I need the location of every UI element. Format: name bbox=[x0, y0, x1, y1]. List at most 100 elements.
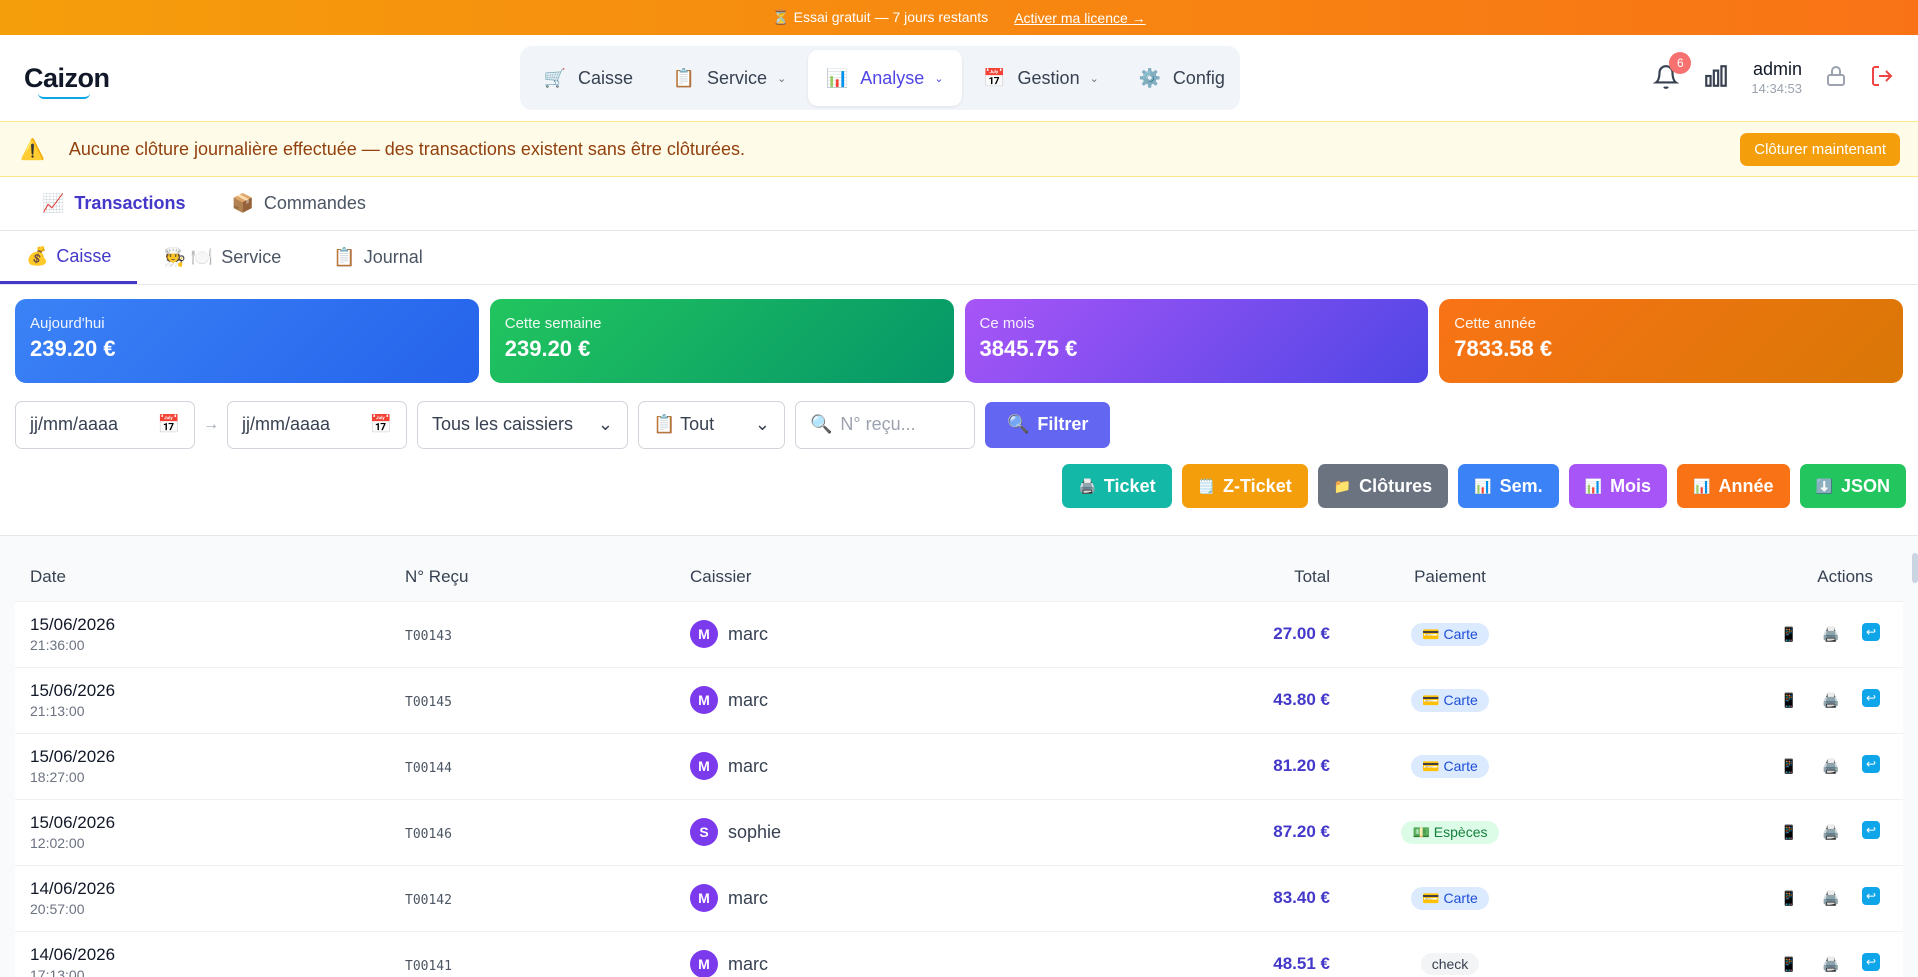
money-bag-icon: 💰 bbox=[26, 245, 49, 266]
view-receipt-icon[interactable]: 📱 bbox=[1778, 887, 1800, 909]
print-icon[interactable]: 🖨️ bbox=[1820, 821, 1842, 843]
activate-license-link[interactable]: Activer ma licence → bbox=[1014, 10, 1145, 26]
tab-transactions[interactable]: 📈 Transactions bbox=[42, 193, 185, 214]
tab-journal[interactable]: 📋 Journal bbox=[307, 231, 448, 284]
filter-button[interactable]: 🔍 Filtrer bbox=[985, 401, 1111, 448]
payment-badge: 💳 Carte bbox=[1411, 622, 1489, 646]
view-receipt-icon[interactable]: 📱 bbox=[1778, 755, 1800, 777]
export-closures-button[interactable]: 📁 Clôtures bbox=[1317, 464, 1449, 508]
table-row[interactable]: 15/06/2026 18:27:00 T00144 Mmarc 81.20 € 💳 Ca… bbox=[15, 732, 1903, 799]
col-actions: Actions bbox=[1555, 553, 1903, 601]
cell-date: 15/06/2026 21:36:00 bbox=[15, 600, 390, 667]
tab-commandes[interactable]: 📦 Commandes bbox=[231, 193, 365, 214]
export-week-button[interactable]: 📊 Sem. bbox=[1458, 464, 1559, 508]
tab-caisse[interactable]: 💰 Caisse bbox=[0, 231, 138, 284]
chevron-down-icon: ⌄ bbox=[777, 72, 787, 85]
cell-receipt: T00145 bbox=[390, 666, 675, 733]
table-row[interactable]: 15/06/2026 12:02:00 T00146 Ssophie 87.20 € 💵 … bbox=[15, 798, 1903, 865]
col-payment[interactable]: Paiement bbox=[1345, 553, 1555, 601]
logout-button[interactable] bbox=[1870, 64, 1894, 93]
calendar-icon: 📅 bbox=[983, 67, 1006, 88]
refund-icon[interactable]: ↩ bbox=[1862, 953, 1880, 972]
calendar-icon: 📅 bbox=[369, 414, 392, 434]
bar-chart-icon: 📊 bbox=[1474, 477, 1492, 494]
refund-icon[interactable]: ↩ bbox=[1862, 821, 1880, 839]
date-to-input[interactable]: jj/mm/aaaa 📅 bbox=[227, 400, 407, 449]
export-json-button[interactable]: ⬇️ JSON bbox=[1799, 464, 1906, 508]
table-row[interactable]: 15/06/2026 21:13:00 T00145 Mmarc 43.80 € 💳 Ca… bbox=[15, 666, 1903, 733]
cell-cashier: Mmarc bbox=[675, 864, 1005, 931]
stat-month: Ce mois 3845.75 € bbox=[964, 299, 1429, 383]
stat-week: Cette semaine 239.20 € bbox=[489, 299, 954, 383]
date-from-input[interactable]: jj/mm/aaaa 📅 bbox=[15, 400, 195, 449]
cell-payment: 💵 Espèces bbox=[1345, 798, 1555, 865]
payment-badge: 💳 Carte bbox=[1411, 886, 1489, 910]
lock-button[interactable] bbox=[1824, 64, 1848, 93]
logo[interactable]: Caizon bbox=[24, 63, 110, 99]
chevron-down-icon: ⌄ bbox=[934, 72, 944, 85]
cashier-select[interactable]: Tous les caissiers ⌄ bbox=[417, 400, 628, 449]
stat-year: Cette année 7833.58 € bbox=[1439, 299, 1903, 383]
cell-receipt: T00143 bbox=[390, 600, 675, 667]
nav-analyse[interactable]: 📊 Analyse ⌄ bbox=[808, 50, 962, 106]
view-receipt-icon[interactable]: 📱 bbox=[1778, 623, 1800, 645]
payment-badge: check bbox=[1420, 953, 1480, 976]
cell-payment: 💳 Carte bbox=[1345, 864, 1555, 931]
view-receipt-icon[interactable]: 📱 bbox=[1778, 953, 1800, 975]
cell-date: 15/06/2026 21:13:00 bbox=[15, 666, 390, 733]
table-row[interactable]: 14/06/2026 17:13:00 T00141 Mmarc 48.51 € chec… bbox=[15, 930, 1903, 977]
table-row[interactable]: 15/06/2026 21:36:00 T00143 Mmarc 27.00 € 💳 Ca… bbox=[15, 600, 1903, 667]
close-now-button[interactable]: Clôturer maintenant bbox=[1740, 133, 1900, 166]
chevron-down-icon: ⌄ bbox=[1089, 72, 1099, 85]
clipboard-icon: 📋 bbox=[672, 67, 696, 88]
cell-actions: 📱 🖨️ ↩ bbox=[1555, 732, 1903, 799]
stats-button[interactable] bbox=[1703, 63, 1729, 94]
export-ticket-button[interactable]: 🖨️ Ticket bbox=[1062, 464, 1172, 508]
cell-date: 14/06/2026 17:13:00 bbox=[15, 930, 390, 977]
col-receipt[interactable]: N° Reçu bbox=[390, 553, 675, 601]
cell-payment: check bbox=[1345, 930, 1555, 977]
cell-payment: 💳 Carte bbox=[1345, 732, 1555, 799]
cell-cashier: Mmarc bbox=[675, 930, 1005, 977]
export-zticket-button[interactable]: 🗒️ Z-Ticket bbox=[1181, 464, 1308, 508]
nav-service[interactable]: 📋 Service ⌄ bbox=[655, 50, 804, 106]
table-row[interactable]: 14/06/2026 20:57:00 T00142 Mmarc 83.40 € 💳 Ca… bbox=[15, 864, 1903, 931]
export-month-button[interactable]: 📊 Mois bbox=[1568, 464, 1668, 508]
receipt-search-input[interactable]: 🔍 N° reçu... bbox=[795, 400, 975, 449]
type-select[interactable]: 📋 Tout ⌄ bbox=[638, 400, 785, 449]
refund-icon[interactable]: ↩ bbox=[1862, 887, 1880, 905]
nav-config[interactable]: ⚙️ Config bbox=[1121, 50, 1243, 106]
bar-chart-icon: 📊 bbox=[826, 67, 849, 88]
view-receipt-icon[interactable]: 📱 bbox=[1778, 689, 1800, 711]
view-receipt-icon[interactable]: 📱 bbox=[1778, 821, 1800, 843]
range-arrow: → bbox=[203, 415, 219, 433]
nav-gestion[interactable]: 📅 Gestion ⌄ bbox=[966, 50, 1117, 106]
col-cashier[interactable]: Caissier bbox=[675, 553, 1005, 601]
print-icon[interactable]: 🖨️ bbox=[1820, 953, 1842, 975]
print-icon[interactable]: 🖨️ bbox=[1820, 623, 1842, 645]
logout-icon bbox=[1872, 65, 1893, 86]
cell-payment: 💳 Carte bbox=[1345, 666, 1555, 733]
tab-service[interactable]: 🧑‍🍳 🍽️ Service bbox=[137, 231, 307, 284]
nav-caisse[interactable]: 🛒 Caisse bbox=[526, 50, 651, 106]
payment-badge: 💵 Espèces bbox=[1401, 820, 1499, 844]
cell-cashier: Ssophie bbox=[675, 798, 1005, 865]
refund-icon[interactable]: ↩ bbox=[1862, 755, 1880, 773]
refund-icon[interactable]: ↩ bbox=[1862, 623, 1880, 641]
print-icon[interactable]: 🖨️ bbox=[1820, 689, 1842, 711]
closure-warning: ⚠️ Aucune clôture journalière effectuée … bbox=[0, 121, 1918, 177]
transactions-table: Date N° Reçu Caissier Total Paiement Act… bbox=[15, 553, 1903, 977]
col-date[interactable]: Date bbox=[15, 553, 390, 601]
notifications-button[interactable]: 6 bbox=[1653, 52, 1692, 92]
refund-icon[interactable]: ↩ bbox=[1862, 689, 1880, 707]
main-tabs: 📈 Transactions 📦 Commandes bbox=[0, 177, 1918, 231]
scrollbar[interactable] bbox=[1912, 553, 1918, 583]
print-icon[interactable]: 🖨️ bbox=[1820, 755, 1842, 777]
col-total[interactable]: Total bbox=[1005, 553, 1345, 601]
print-icon[interactable]: 🖨️ bbox=[1820, 887, 1842, 909]
download-icon: ⬇️ bbox=[1815, 477, 1833, 494]
export-year-button[interactable]: 📊 Année bbox=[1677, 464, 1790, 508]
trial-text: ⏳ Essai gratuit — 7 jours restants bbox=[772, 9, 989, 25]
clipboard-icon: 📋 bbox=[333, 247, 356, 267]
printer-icon: 🖨️ bbox=[1078, 477, 1096, 494]
